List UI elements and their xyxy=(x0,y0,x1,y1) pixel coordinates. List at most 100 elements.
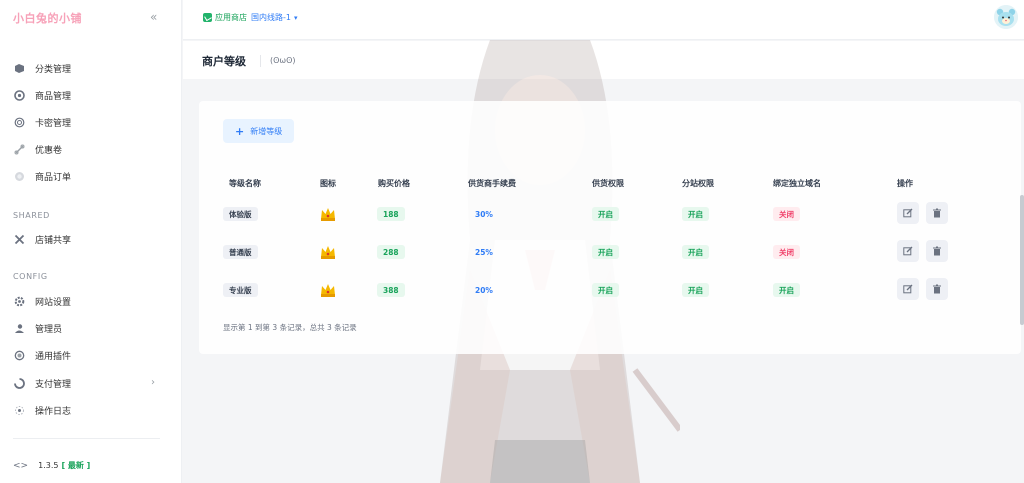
card-key-icon xyxy=(13,116,25,128)
version-latest-tag: [ 最新 ] xyxy=(61,461,91,470)
column-header-bind-domain: 绑定独立域名 xyxy=(773,179,821,188)
edit-button[interactable] xyxy=(897,202,919,224)
level-name-badge: 专业版 xyxy=(223,283,258,297)
supply-permission-badge: 开启 xyxy=(592,207,619,221)
app-store-label: 应用商店 xyxy=(215,13,247,22)
log-icon xyxy=(13,404,25,416)
add-level-button[interactable]: + 新增等级 xyxy=(223,119,295,143)
table-row: 专业版 388 20% 开启 开启 开启 xyxy=(199,278,1021,302)
supplier-fee-value: 30% xyxy=(475,210,493,219)
sidebar-item-shop-share[interactable]: 店铺共享 xyxy=(13,229,71,249)
sidebar: 小白兔的小铺 « 分类管理 商品管理 卡密管理 优惠卷 商品订单 SHARED xyxy=(0,0,182,483)
column-header-price: 购买价格 xyxy=(378,179,410,188)
bind-domain-badge: 开启 xyxy=(773,283,800,297)
sidebar-item-label: 网站设置 xyxy=(35,297,72,308)
chevron-down-icon: ▾ xyxy=(293,13,298,22)
page-emote: (ʘωʘ) xyxy=(270,56,296,65)
route-selector[interactable]: 国内线路-1 ▾ xyxy=(251,12,298,23)
column-header-icon: 图标 xyxy=(320,179,336,188)
bind-domain-badge: 关闭 xyxy=(773,245,800,259)
route-label: 国内线路-1 xyxy=(251,13,291,22)
merchant-level-card: + 新增等级 等级名称 图标 购买价格 供货商手续费 供货权限 分站权限 绑定独… xyxy=(199,101,1021,354)
sidebar-item-category[interactable]: 分类管理 xyxy=(13,58,71,78)
section-title-shared: SHARED xyxy=(13,211,50,220)
supply-permission-badge: 开启 xyxy=(592,245,619,259)
sidebar-item-label: 商品管理 xyxy=(35,91,72,102)
crown-icon xyxy=(321,246,335,259)
trash-icon xyxy=(933,246,941,256)
sidebar-item-logs[interactable]: 操作日志 xyxy=(13,400,71,420)
level-name-badge: 体验版 xyxy=(223,207,258,221)
edit-icon xyxy=(903,208,913,218)
add-level-label: 新增等级 xyxy=(250,126,283,136)
substation-permission-badge: 开启 xyxy=(682,207,709,221)
delete-button[interactable] xyxy=(926,278,948,300)
admin-icon xyxy=(13,322,25,334)
section-title-config: CONFIG xyxy=(13,272,48,281)
payment-icon xyxy=(13,377,25,389)
sidebar-divider xyxy=(13,438,160,439)
sidebar-item-label: 店铺共享 xyxy=(35,235,72,246)
supplier-fee-value: 20% xyxy=(475,286,493,295)
delete-button[interactable] xyxy=(926,240,948,262)
coupon-icon xyxy=(13,143,25,155)
column-header-level-name: 等级名称 xyxy=(229,179,261,188)
edit-icon xyxy=(903,284,913,294)
sidebar-item-goods[interactable]: 商品管理 xyxy=(13,85,71,105)
page-title: 商户等级 xyxy=(202,55,246,68)
version-info: <> 1.3.5 [ 最新 ] xyxy=(13,460,90,471)
goods-icon xyxy=(13,89,25,101)
trash-icon xyxy=(933,284,941,294)
supply-permission-badge: 开启 xyxy=(592,283,619,297)
sidebar-item-payment[interactable]: 支付管理 › xyxy=(13,373,173,393)
top-bar: 应用商店 国内线路-1 ▾ xyxy=(183,0,1024,40)
page-scrollbar[interactable] xyxy=(1020,195,1024,325)
column-header-supply-permission: 供货权限 xyxy=(592,179,624,188)
delete-button[interactable] xyxy=(926,202,948,224)
order-icon xyxy=(13,170,25,182)
edit-icon xyxy=(903,246,913,256)
plugin-icon xyxy=(13,349,25,361)
column-header-substation-permission: 分站权限 xyxy=(682,179,714,188)
page-title-divider xyxy=(260,55,261,67)
avatar[interactable] xyxy=(994,5,1018,29)
sidebar-item-admin[interactable]: 管理员 xyxy=(13,318,62,338)
sidebar-item-card-key[interactable]: 卡密管理 xyxy=(13,112,71,132)
plus-icon: + xyxy=(235,124,245,138)
crown-icon xyxy=(321,284,335,297)
sidebar-item-order[interactable]: 商品订单 xyxy=(13,166,71,186)
trash-icon xyxy=(933,208,941,218)
share-icon xyxy=(13,233,25,245)
bind-domain-badge: 关闭 xyxy=(773,207,800,221)
sidebar-item-label: 优惠卷 xyxy=(35,145,63,156)
version-number: 1.3.5 xyxy=(38,461,59,470)
chevron-right-icon[interactable]: › xyxy=(151,377,155,388)
sidebar-item-coupon[interactable]: 优惠卷 xyxy=(13,139,62,159)
app-store-icon xyxy=(203,13,212,22)
sidebar-item-label: 卡密管理 xyxy=(35,118,72,129)
column-header-supplier-fee: 供货商手续费 xyxy=(468,179,516,188)
substation-permission-badge: 开启 xyxy=(682,245,709,259)
table-row: 体验版 188 30% 开启 开启 关闭 xyxy=(199,202,1021,226)
settings-icon xyxy=(13,295,25,307)
edit-button[interactable] xyxy=(897,278,919,300)
column-header-actions: 操作 xyxy=(897,179,913,188)
code-icon: <> xyxy=(13,460,29,471)
level-name-badge: 普通版 xyxy=(223,245,258,259)
double-chevron-left-icon[interactable]: « xyxy=(150,10,157,24)
app-store-link[interactable]: 应用商店 国内线路-1 ▾ xyxy=(203,12,298,23)
sidebar-item-site-settings[interactable]: 网站设置 xyxy=(13,291,71,311)
edit-button[interactable] xyxy=(897,240,919,262)
sidebar-item-label: 分类管理 xyxy=(35,64,72,75)
supplier-fee-value: 25% xyxy=(475,248,493,257)
table-footer-summary: 显示第 1 到第 3 条记录，总共 3 条记录 xyxy=(223,323,357,332)
price-badge: 388 xyxy=(377,283,405,297)
sidebar-item-label: 商品订单 xyxy=(35,172,72,183)
sidebar-item-label: 管理员 xyxy=(35,324,63,335)
sidebar-item-label: 通用插件 xyxy=(35,351,72,362)
brand-logo-text[interactable]: 小白兔的小铺 xyxy=(13,10,82,26)
category-icon xyxy=(13,62,25,74)
sidebar-item-plugins[interactable]: 通用插件 xyxy=(13,345,71,365)
sidebar-item-label: 支付管理 xyxy=(35,379,72,390)
crown-icon xyxy=(321,208,335,221)
